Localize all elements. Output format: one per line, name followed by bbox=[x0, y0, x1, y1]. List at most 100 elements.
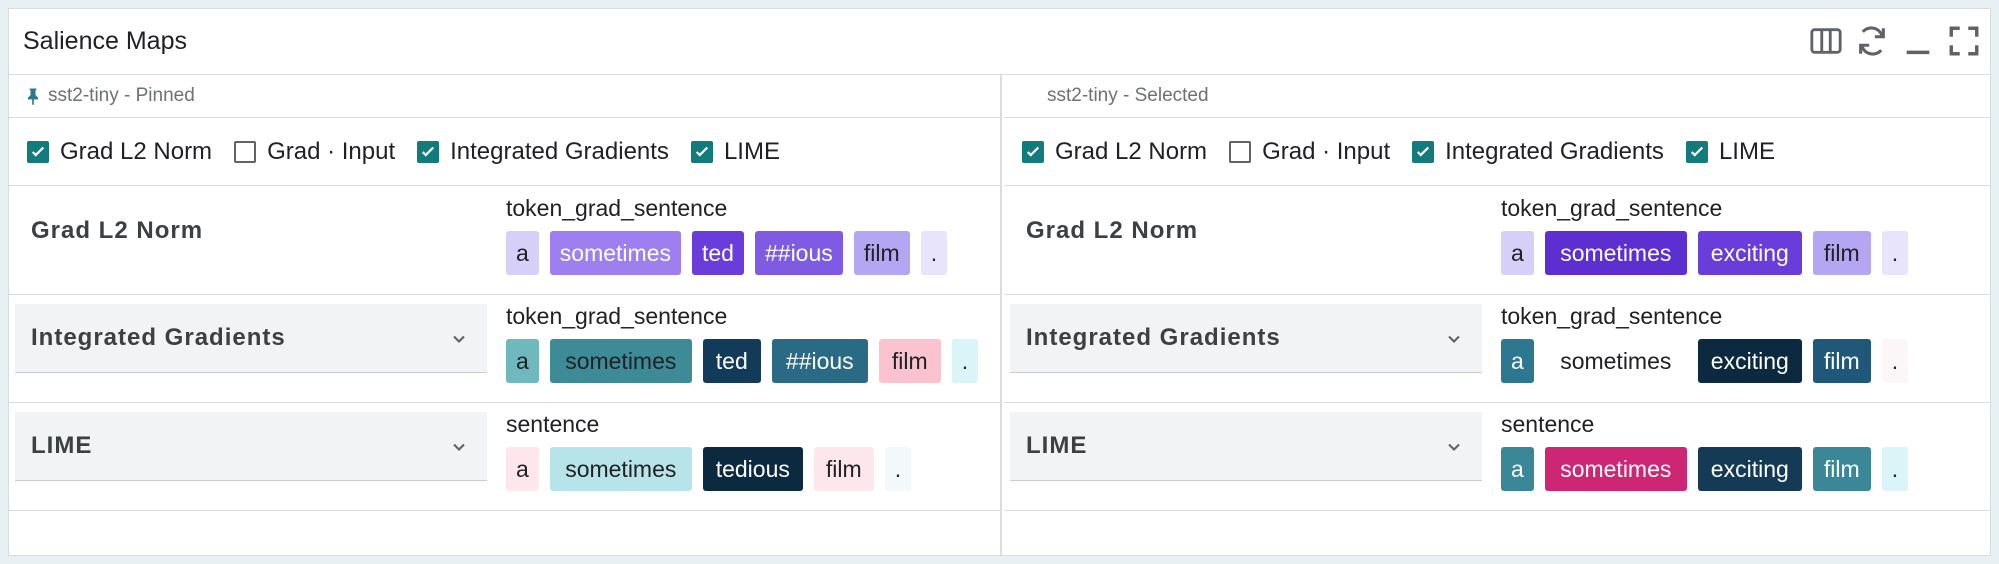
minimize-icon[interactable] bbox=[1900, 23, 1936, 59]
salience-row-grad-l2: Grad L2 Norm token_grad_sentence a someti… bbox=[9, 187, 1000, 295]
salience-row-integrated-gradients: Integrated Gradients token_grad_sentence… bbox=[1004, 295, 1990, 403]
method-checkbox-integrated-gradients[interactable]: Integrated Gradients bbox=[417, 138, 669, 166]
method-label: Grad · Input bbox=[1262, 137, 1391, 165]
checkbox-checked-icon[interactable] bbox=[417, 140, 440, 163]
salience-row-grad-l2: Grad L2 Norm token_grad_sentence a someti… bbox=[1004, 187, 1990, 295]
token-chip[interactable]: . bbox=[1881, 339, 1909, 383]
token-chip[interactable]: a bbox=[1501, 231, 1534, 275]
method-label: Grad · Input bbox=[267, 137, 396, 165]
refresh-icon[interactable] bbox=[1854, 23, 1890, 59]
token-chip[interactable]: film bbox=[878, 339, 941, 383]
method-label: LIME bbox=[723, 137, 780, 165]
method-checkbox-lime[interactable]: LIME bbox=[690, 137, 780, 166]
token-chip[interactable]: sometimes bbox=[549, 339, 692, 383]
method-name: LIME bbox=[31, 432, 93, 459]
token-list: a sometimes exciting film. bbox=[1501, 447, 1909, 491]
panel-title: sst2-tiny - Selected bbox=[1047, 84, 1209, 106]
method-dropdown[interactable]: LIME bbox=[1010, 412, 1482, 481]
module-title: Salience Maps bbox=[23, 27, 187, 55]
field-label: token_grad_sentence bbox=[506, 195, 728, 221]
method-checkbox-grad-input[interactable]: Grad · Input bbox=[234, 138, 395, 166]
token-chip[interactable]: ted bbox=[702, 339, 761, 383]
method-checkbox-integrated-gradients[interactable]: Integrated Gradients bbox=[1412, 138, 1664, 166]
columns-icon[interactable] bbox=[1808, 23, 1844, 59]
checkbox-unchecked-icon[interactable] bbox=[234, 140, 257, 163]
token-chip[interactable]: sometimes bbox=[1544, 231, 1687, 275]
method-dropdown[interactable]: Integrated Gradients bbox=[1010, 304, 1482, 373]
checkbox-checked-icon[interactable] bbox=[1685, 140, 1708, 163]
salience-row-lime: LIME sentence a sometimes exciting film. bbox=[1004, 403, 1990, 511]
token-chip[interactable]: . bbox=[951, 339, 979, 383]
token-chip[interactable]: film bbox=[1812, 339, 1871, 383]
checkbox-checked-icon[interactable] bbox=[1022, 140, 1044, 163]
panel-header: sst2-tiny - Selected bbox=[1004, 74, 1990, 118]
token-chip[interactable]: . bbox=[920, 231, 948, 275]
token-chip[interactable]: ted bbox=[692, 231, 744, 275]
method-checkbox-grad-l2[interactable]: Grad L2 Norm bbox=[27, 138, 212, 166]
chevron-down-icon bbox=[1448, 335, 1460, 343]
method-label: Integrated Gradients bbox=[1445, 137, 1664, 165]
method-dropdown[interactable]: Integrated Gradients bbox=[15, 304, 487, 373]
method-checkbox-lime[interactable]: LIME bbox=[1685, 137, 1775, 166]
checkbox-checked-icon[interactable] bbox=[27, 140, 49, 163]
token-list: a sometimes exciting film. bbox=[1501, 231, 1909, 275]
method-name: Grad L2 Norm bbox=[31, 216, 204, 244]
token-list: a sometimes ted ##ious film. bbox=[506, 231, 948, 275]
fullscreen-icon[interactable] bbox=[1946, 23, 1982, 59]
chevron-down-icon bbox=[453, 443, 465, 451]
method-name: Integrated Gradients bbox=[1026, 324, 1281, 351]
panel-header: sst2-tiny - Pinned bbox=[9, 74, 1000, 118]
token-chip[interactable]: a bbox=[1501, 447, 1534, 491]
method-label: LIME bbox=[1718, 137, 1775, 165]
salience-row-lime: LIME sentence a sometimes tedious film. bbox=[9, 403, 1000, 511]
token-chip[interactable]: sometimes bbox=[549, 447, 692, 491]
checkbox-checked-icon[interactable] bbox=[690, 140, 713, 163]
token-chip[interactable]: . bbox=[884, 447, 912, 491]
token-chip[interactable]: sometimes bbox=[1544, 339, 1687, 383]
token-chip[interactable]: a bbox=[506, 231, 539, 275]
method-name: Integrated Gradients bbox=[31, 324, 286, 351]
token-list: a sometimes tedious film. bbox=[506, 447, 912, 491]
checkbox-unchecked-icon[interactable] bbox=[1229, 140, 1252, 163]
token-chip[interactable]: tedious bbox=[702, 447, 803, 491]
token-chip[interactable]: a bbox=[506, 339, 539, 383]
token-chip[interactable]: film bbox=[1812, 447, 1871, 491]
token-chip[interactable]: film bbox=[1812, 231, 1871, 275]
token-chip[interactable]: ##ious bbox=[754, 231, 843, 275]
panel-title: sst2-tiny - Pinned bbox=[48, 84, 195, 106]
token-chip[interactable]: exciting bbox=[1697, 231, 1802, 275]
token-chip[interactable]: sometimes bbox=[1544, 447, 1687, 491]
token-chip[interactable]: ##ious bbox=[771, 339, 868, 383]
module-toolbar bbox=[1808, 19, 1982, 63]
chevron-down-icon bbox=[1448, 443, 1460, 451]
checkbox-checked-icon[interactable] bbox=[1412, 140, 1435, 163]
method-checkbox-grad-input[interactable]: Grad · Input bbox=[1229, 138, 1390, 166]
pinned-panel: sst2-tiny - Pinned Grad L2 Norm Grad · I… bbox=[9, 74, 1002, 555]
module-header: Salience Maps bbox=[9, 9, 1990, 75]
token-chip[interactable]: . bbox=[1881, 447, 1909, 491]
token-chip[interactable]: a bbox=[1501, 339, 1534, 383]
token-chip[interactable]: film bbox=[813, 447, 874, 491]
token-list: a sometimes ted ##ious film. bbox=[506, 339, 979, 383]
method-name: LIME bbox=[1026, 432, 1088, 459]
method-label: Grad L2 Norm bbox=[60, 137, 213, 165]
chevron-down-icon bbox=[453, 335, 465, 343]
field-label: token_grad_sentence bbox=[1501, 195, 1723, 221]
token-chip[interactable]: film bbox=[853, 231, 910, 275]
pin-icon[interactable] bbox=[23, 85, 43, 107]
method-checkbox-grad-l2[interactable]: Grad L2 Norm bbox=[1022, 138, 1207, 166]
salience-row-integrated-gradients: Integrated Gradients token_grad_sentence… bbox=[9, 295, 1000, 403]
field-label: token_grad_sentence bbox=[1501, 303, 1723, 329]
token-chip[interactable]: sometimes bbox=[549, 231, 681, 275]
method-label: Integrated Gradients bbox=[450, 137, 669, 165]
method-selector: Grad L2 Norm Grad · Input Integrated Gra… bbox=[1004, 118, 1990, 186]
token-chip[interactable]: . bbox=[1881, 231, 1909, 275]
token-chip[interactable]: a bbox=[506, 447, 539, 491]
token-chip[interactable]: exciting bbox=[1697, 447, 1802, 491]
method-name: Grad L2 Norm bbox=[1026, 216, 1199, 244]
method-dropdown[interactable]: LIME bbox=[15, 412, 487, 481]
token-chip[interactable]: exciting bbox=[1697, 339, 1802, 383]
token-list: a sometimes exciting film. bbox=[1501, 339, 1909, 383]
field-label: sentence bbox=[1501, 411, 1595, 437]
field-label: sentence bbox=[506, 411, 600, 437]
